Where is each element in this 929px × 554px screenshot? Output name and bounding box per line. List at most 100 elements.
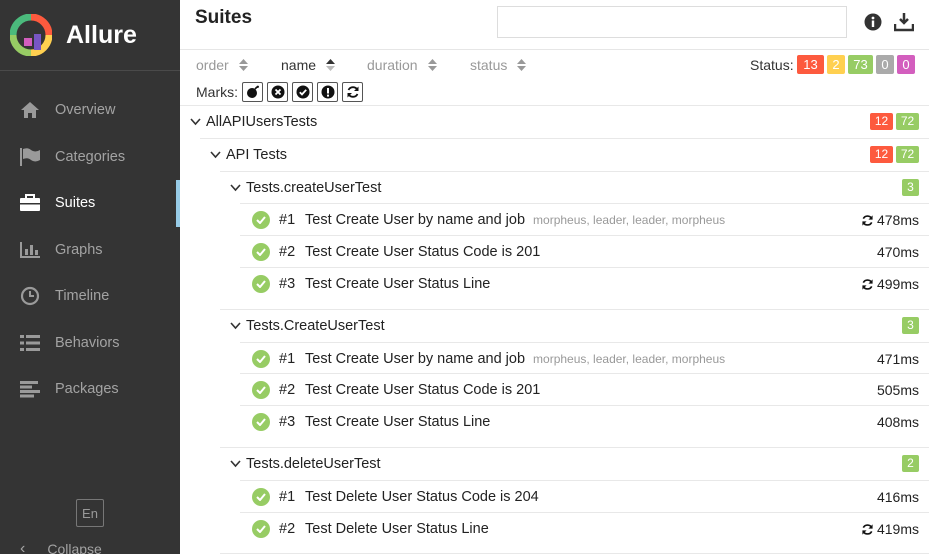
tree-node-counts: 3 <box>902 317 919 334</box>
test-row[interactable]: #1 Test Create User by name and job morp… <box>240 203 929 235</box>
test-number: #3 <box>279 413 296 430</box>
test-number: #2 <box>279 520 296 537</box>
collapse-label: Collapse <box>47 541 102 554</box>
test-row[interactable]: #1 Test Delete User Status Code is 204 4… <box>240 480 929 512</box>
sidebar-item-overview[interactable]: Overview <box>0 87 180 134</box>
sort-order-label: order <box>196 57 229 73</box>
test-duration-value: 478ms <box>876 212 919 228</box>
passed-count-badge: 3 <box>902 317 919 334</box>
flag-icon <box>18 147 42 167</box>
test-row[interactable]: #1 Test Create User by name and job morp… <box>240 342 929 374</box>
test-row[interactable]: #2 Test Create User Status Code is 201 4… <box>240 235 929 267</box>
search-input[interactable] <box>497 6 847 38</box>
tree-node-label: API Tests <box>226 146 287 163</box>
retry-icon <box>861 214 874 227</box>
list-icon <box>18 333 42 353</box>
check-circle-icon <box>252 412 270 431</box>
sidebar-item-categories[interactable]: Categories <box>0 134 180 181</box>
mark-new-broken-button[interactable] <box>317 82 338 102</box>
sort-status[interactable]: status <box>470 57 527 73</box>
test-name: Test Create User Status Code is 201 <box>305 243 541 260</box>
tree-node-counts: 2 <box>902 455 919 472</box>
test-name: Test Create User by name and job <box>305 211 526 228</box>
passed-count-badge: 2 <box>902 455 919 472</box>
tree-node-class[interactable]: Tests.CreateUserTest 3 <box>220 309 929 341</box>
test-duration: 470ms <box>877 244 919 260</box>
sidebar-item-timeline[interactable]: Timeline <box>0 273 180 320</box>
test-name: Test Create User by name and job <box>305 350 526 367</box>
test-row[interactable]: #3 Test Create User Status Line 499ms <box>240 267 929 299</box>
sidebar-item-label: Timeline <box>55 288 110 305</box>
status-passed-badge[interactable]: 73 <box>848 55 873 74</box>
chevron-down-icon <box>228 183 242 192</box>
tree-node-counts: 12 72 <box>870 146 919 163</box>
chevron-down-icon <box>228 459 242 468</box>
test-row[interactable]: #2 Test Delete User Status Line 419ms <box>240 512 929 544</box>
test-name: Test Create User Status Code is 201 <box>305 381 541 398</box>
test-duration-value: 505ms <box>876 382 919 398</box>
test-row[interactable]: #3 Test Create User Status Line 408ms <box>240 405 929 437</box>
tree-node-class[interactable]: Tests.createUserTest 3 <box>220 171 929 203</box>
sort-arrows-icon <box>238 59 248 71</box>
failed-count-badge: 12 <box>870 113 893 130</box>
tree-node-class[interactable]: Tests.deleteUserTest 2 <box>220 447 929 479</box>
test-duration: 416ms <box>877 489 919 505</box>
test-number: #1 <box>279 350 296 367</box>
home-icon <box>18 100 42 120</box>
download-icon[interactable] <box>894 12 914 32</box>
test-name: Test Delete User Status Code is 204 <box>305 488 539 505</box>
refresh-icon <box>347 86 358 98</box>
mark-retries-button[interactable] <box>342 82 363 102</box>
page-title: Suites <box>195 7 253 28</box>
tree-node-label: Tests.createUserTest <box>246 179 382 196</box>
test-duration-value: 416ms <box>876 489 919 505</box>
test-number: #1 <box>279 488 296 505</box>
tree-node-label: Tests.CreateUserTest <box>246 317 385 334</box>
sidebar-nav: Overview Categories Suites Graphs Timeli… <box>0 87 180 413</box>
sidebar-item-behaviors[interactable]: Behaviors <box>0 320 180 367</box>
main-content: Suites order name duration status Status… <box>180 0 929 554</box>
status-skipped-badge[interactable]: 0 <box>876 55 894 74</box>
status-failed-badge[interactable]: 13 <box>797 55 824 74</box>
bomb-icon <box>246 85 259 98</box>
check-circle-icon <box>252 519 270 538</box>
tree-node-suite[interactable]: API Tests 12 72 <box>200 138 929 170</box>
sidebar-item-graphs[interactable]: Graphs <box>0 227 180 274</box>
test-row[interactable]: #2 Test Create User Status Code is 201 5… <box>240 373 929 405</box>
test-parameters: morpheus, leader, leader, morpheus <box>533 212 726 227</box>
sort-name[interactable]: name <box>281 57 336 73</box>
test-duration: 419ms <box>861 521 919 537</box>
exclamation-circle-icon <box>321 85 334 99</box>
sidebar-item-packages[interactable]: Packages <box>0 366 180 413</box>
sort-asc-icon <box>326 59 336 71</box>
sidebar-item-suites[interactable]: Suites <box>0 180 180 227</box>
mark-new-passed-button[interactable] <box>292 82 313 102</box>
check-circle-icon <box>252 274 270 293</box>
language-button[interactable]: En <box>76 499 104 527</box>
failed-count-badge: 12 <box>870 146 893 163</box>
allure-logo <box>9 13 53 57</box>
test-duration-value: 408ms <box>876 414 919 430</box>
tree-node-root[interactable]: AllAPIUsersTests 12 72 <box>180 105 929 137</box>
test-duration-value: 499ms <box>876 276 919 292</box>
sort-duration[interactable]: duration <box>367 57 437 73</box>
brand[interactable]: Allure <box>0 0 180 71</box>
check-circle-icon <box>252 487 270 506</box>
status-filter-label: Status: <box>750 57 794 73</box>
bar-chart-icon <box>18 240 42 260</box>
test-duration-value: 470ms <box>876 244 919 260</box>
test-name: Test Create User Status Line <box>305 413 491 430</box>
collapse-button[interactable]: ‹ Collapse <box>20 540 102 554</box>
status-broken-badge[interactable]: 2 <box>827 55 845 74</box>
chevron-down-icon <box>228 321 242 330</box>
status-unknown-badge[interactable]: 0 <box>897 55 915 74</box>
sidebar-item-label: Suites <box>55 195 96 212</box>
sort-order[interactable]: order <box>196 57 248 73</box>
marks-bar: Marks: <box>196 82 367 102</box>
mark-flaky-button[interactable] <box>242 82 263 102</box>
sort-status-label: status <box>470 57 508 73</box>
retry-icon <box>861 523 874 536</box>
mark-new-failed-button[interactable] <box>267 82 288 102</box>
sidebar-item-label: Overview <box>55 102 116 119</box>
info-icon[interactable] <box>863 12 883 32</box>
